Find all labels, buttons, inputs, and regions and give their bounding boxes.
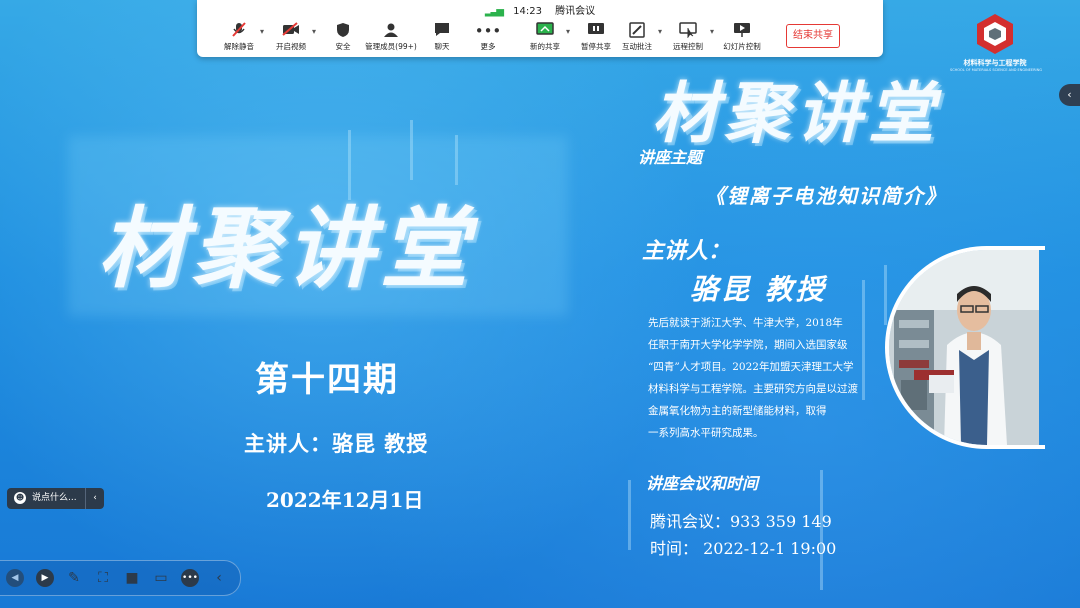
annotate-button[interactable]: 互动批注: [609, 22, 665, 52]
speaker-label: 主讲人：: [642, 238, 731, 264]
lecture-date: 2022年12月1日: [266, 488, 424, 512]
slideshow-icon: [714, 22, 770, 40]
remote-control-button[interactable]: 远程控制: [660, 22, 716, 52]
annotate-label: 互动批注: [622, 42, 652, 51]
meeting-label: 讲座会议和时间: [646, 474, 759, 493]
start-video-button[interactable]: 开启视频: [263, 22, 319, 52]
school-logo: 材料科学与工程学院 SCHOOL OF MATERIALS SCIENCE AN…: [950, 12, 1042, 72]
bio-line: 金属氧化物为主的新型储能材料，取得: [648, 405, 827, 417]
share-screen-icon: [517, 22, 573, 40]
signal-bars-icon: ▂▃▅: [484, 6, 504, 17]
slideshow-control-label: 幻灯片控制: [723, 42, 761, 51]
chat-placeholder: 说点什么...: [32, 493, 77, 503]
manage-members-button[interactable]: 管理成员(99+): [363, 22, 419, 52]
new-share-label: 新的共享: [530, 42, 560, 51]
annotate-icon: [609, 22, 665, 40]
chevron-left-icon[interactable]: ‹: [85, 488, 104, 509]
meeting-id: 腾讯会议：933 359 149: [650, 512, 832, 531]
school-logo-icon: [977, 14, 1013, 54]
remote-control-icon: [660, 22, 716, 40]
speaker-left: 主讲人：骆昆 教授: [244, 431, 429, 456]
bio-line: 先后就读于浙江大学、牛津大学，2018年: [648, 317, 843, 329]
people-icon: [363, 22, 419, 40]
bio-line: 任职于南开大学化学学院，期间入选国家级: [648, 339, 848, 351]
play-icon[interactable]: ▶: [36, 569, 54, 587]
side-panel-toggle[interactable]: ‹: [1059, 84, 1080, 106]
speaker-name: 骆昆 教授: [690, 273, 827, 306]
school-logo-subtitle: SCHOOL OF MATERIALS SCIENCE AND ENGINEER…: [950, 68, 1042, 72]
video-off-icon: [263, 22, 319, 40]
slide-right-title: 材聚讲堂: [652, 74, 940, 152]
more-icon[interactable]: •••: [181, 569, 199, 587]
bio-line: 材料科学与工程学院。主要研究方向是以过渡: [648, 383, 858, 395]
more-button[interactable]: ••• 更多: [460, 22, 516, 52]
start-video-label: 开启视频: [276, 42, 306, 51]
unmute-label: 解除静音: [224, 42, 254, 51]
slide-tool-bar: ◀ ▶ ✎ ⛶ ■ ▭ ••• ‹: [0, 560, 241, 596]
screenshot-icon[interactable]: ⛶: [94, 569, 112, 587]
prev-icon[interactable]: ◀: [6, 569, 24, 587]
unmute-button[interactable]: 解除静音: [211, 22, 267, 52]
meeting-time: 时间： 2022-12-1 19:00: [650, 539, 837, 558]
meeting-clock: 14:23: [513, 6, 542, 17]
pen-icon[interactable]: ✎: [65, 569, 83, 587]
camera-icon[interactable]: ■: [123, 569, 141, 587]
issue-number: 第十四期: [255, 360, 399, 400]
topic-label: 讲座主题: [638, 148, 703, 167]
school-logo-name: 材料科学与工程学院: [963, 59, 1027, 67]
new-share-button[interactable]: 新的共享: [517, 22, 573, 52]
chevron-left-icon: ‹: [1067, 88, 1072, 101]
end-share-button[interactable]: 结束共享: [786, 24, 840, 48]
speaker-bio: 先后就读于浙江大学、牛津大学，2018年 任职于南开大学化学学院，期间入选国家级…: [648, 312, 888, 444]
meeting-toolbar: ▂▃▅ 14:23 腾讯会议 解除静音 ▾ 开启视频 ▾ 安全 管理成员(99+…: [197, 0, 883, 57]
slideshow-control-button[interactable]: 幻灯片控制: [714, 22, 770, 52]
toolbar-status: ▂▃▅ 14:23 腾讯会议: [197, 2, 883, 18]
bio-line: 一系列高水平研究成果。: [648, 427, 764, 439]
chat-input-pill[interactable]: ☻ 说点什么... ‹: [7, 488, 104, 509]
remote-control-label: 远程控制: [673, 42, 703, 51]
emoji-icon[interactable]: ☻: [14, 492, 26, 504]
slide-left-title: 材聚讲堂: [98, 196, 475, 300]
decor-streak: [628, 480, 631, 550]
app-title: 腾讯会议: [555, 6, 596, 17]
more-label: 更多: [480, 42, 496, 51]
comment-icon[interactable]: ▭: [152, 569, 170, 587]
collapse-icon[interactable]: ‹: [210, 569, 228, 587]
bio-line: “四青”人才项目。2022年加盟天津理工大学: [648, 361, 854, 373]
manage-members-label: 管理成员(99+): [365, 42, 417, 51]
mic-muted-icon: [211, 22, 267, 40]
lecture-topic: 《锂离子电池知识简介》: [705, 184, 947, 208]
more-icon: •••: [474, 22, 502, 40]
